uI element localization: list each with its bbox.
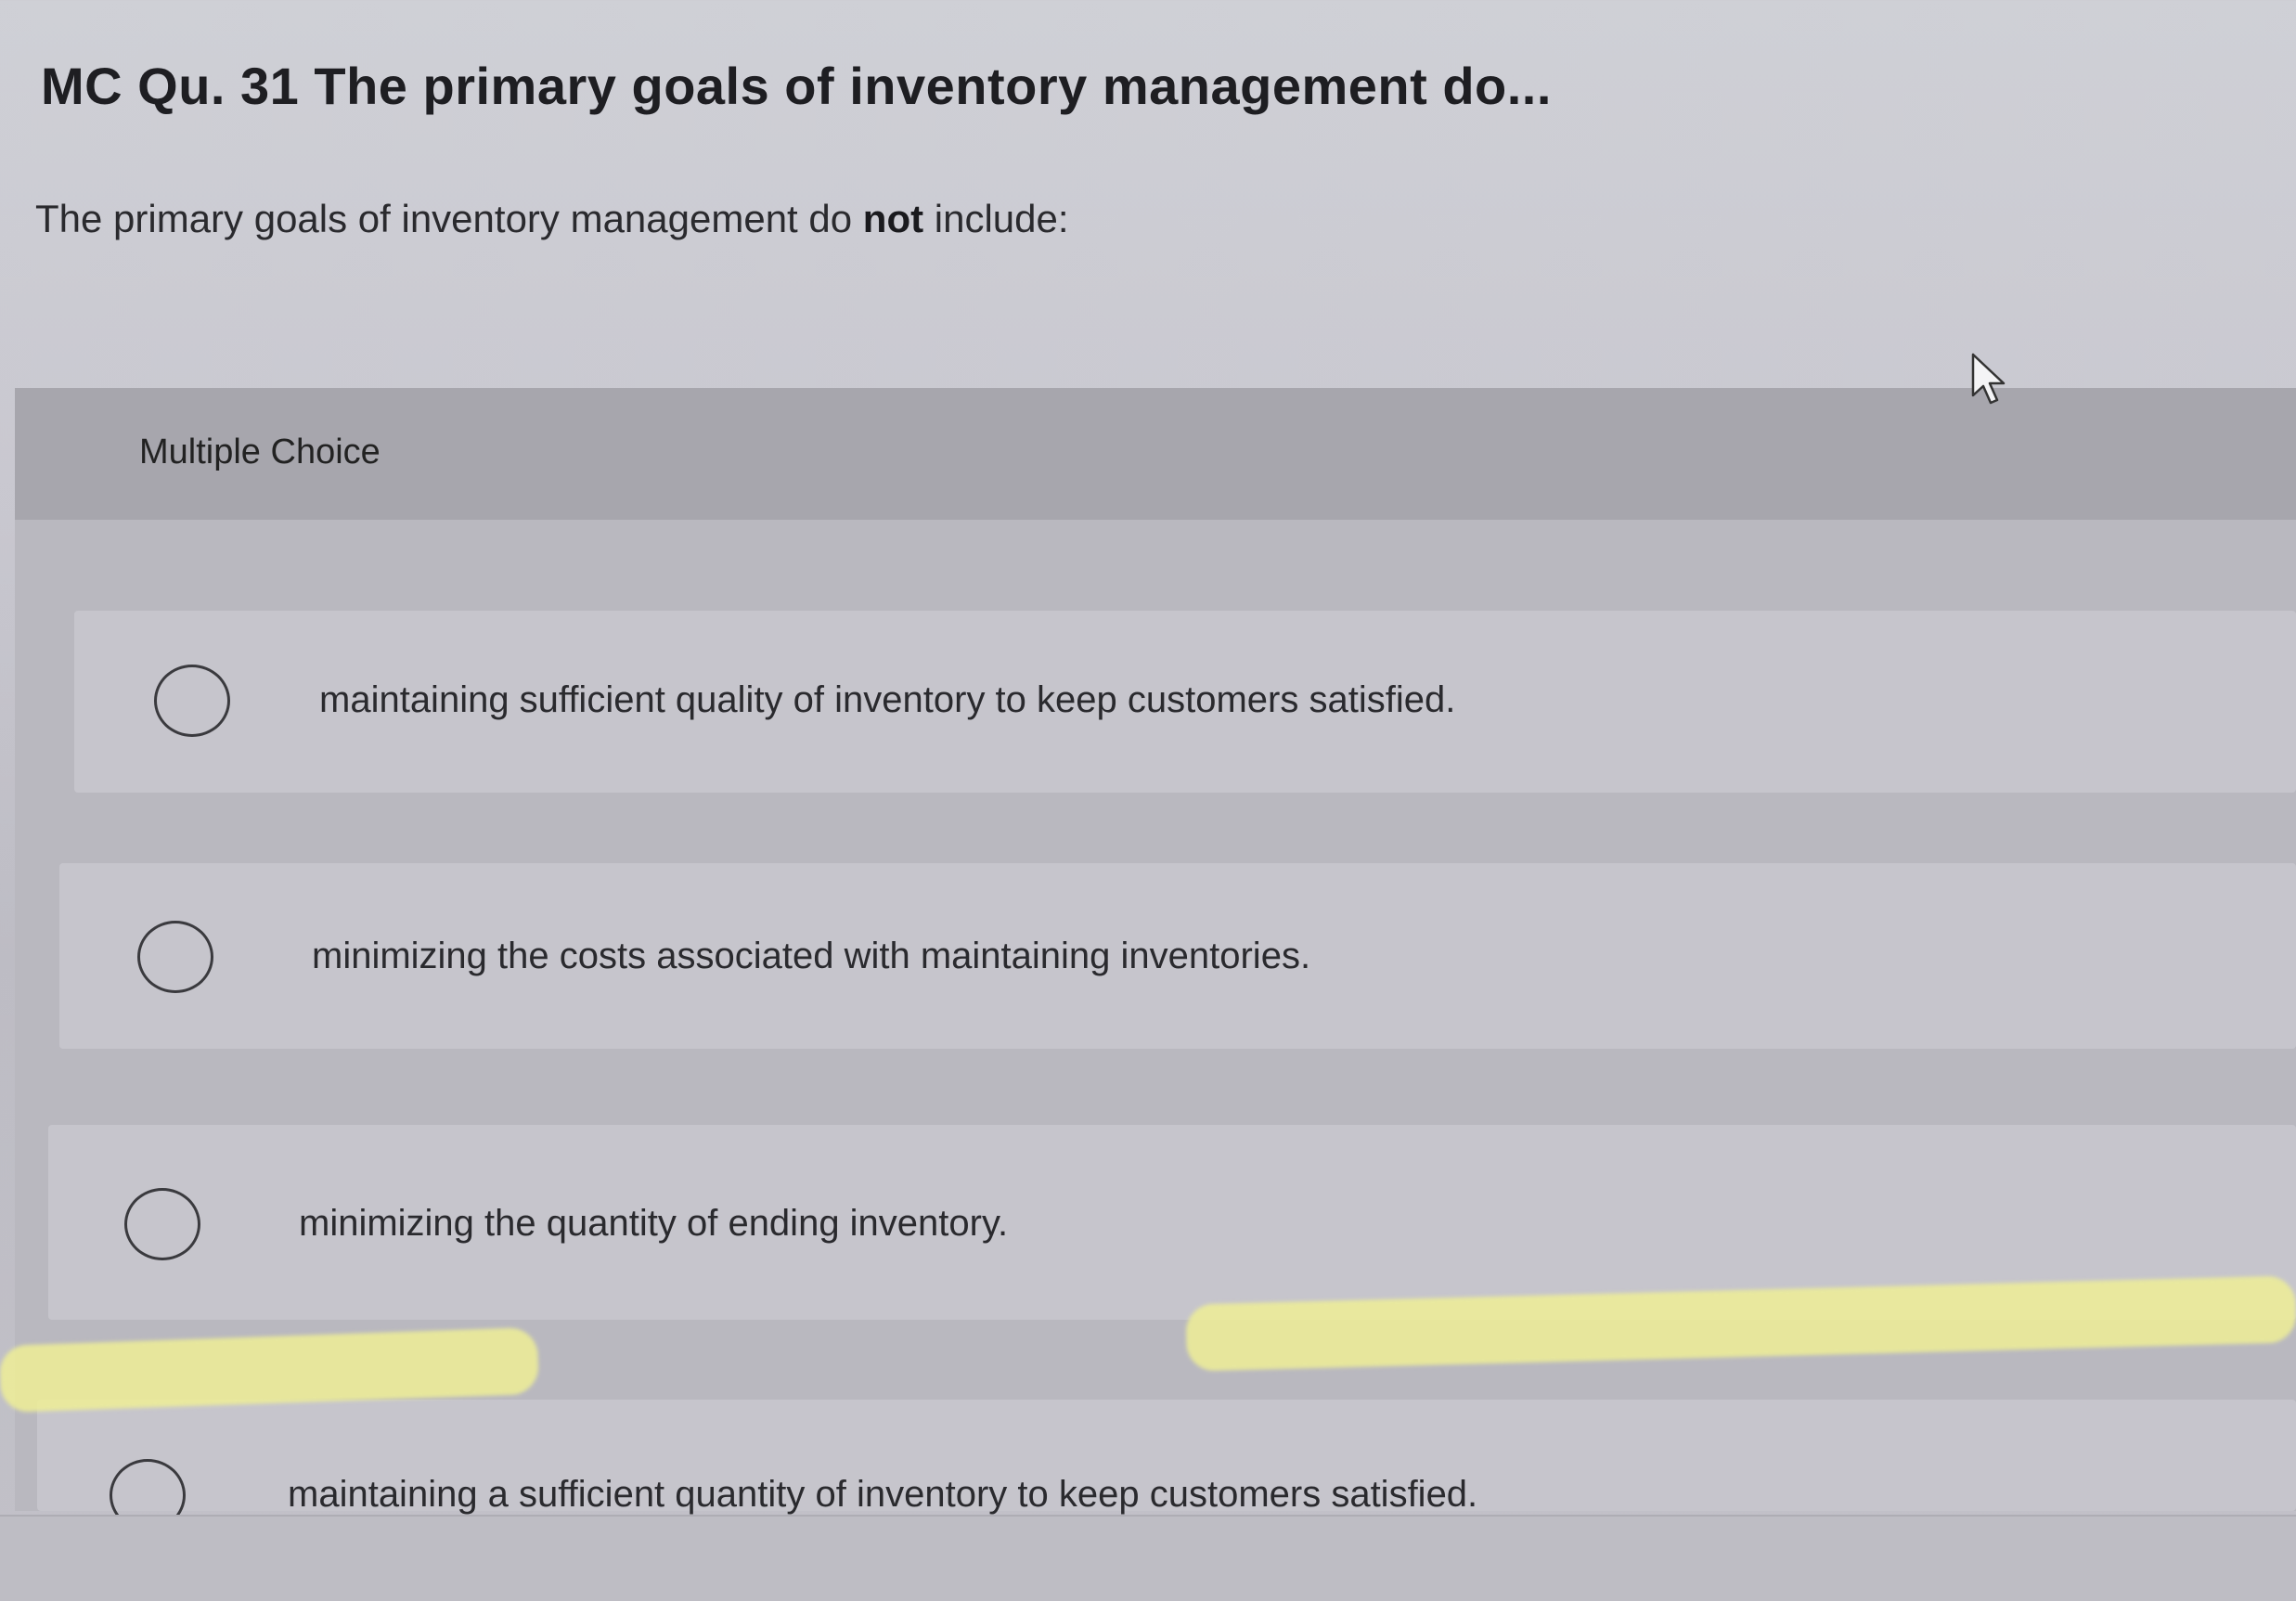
option-2[interactable]: minimizing the costs associated with mai… — [59, 863, 2296, 1049]
section-header-label: Multiple Choice — [139, 433, 381, 471]
mouse-pointer-icon — [1971, 353, 2006, 405]
option-1-label[interactable]: maintaining sufficient quality of invent… — [319, 679, 1455, 721]
prompt-text-after: include: — [923, 197, 1069, 240]
bottom-bar — [0, 1515, 2296, 1601]
prompt-emphasis: not — [862, 197, 924, 240]
radio-button-icon[interactable] — [137, 921, 213, 993]
question-prompt: The primary goals of inventory managemen… — [35, 197, 1069, 241]
option-2-label[interactable]: minimizing the costs associated with mai… — [312, 936, 1310, 977]
section-header: Multiple Choice — [15, 388, 2296, 520]
prompt-text-before: The primary goals of inventory managemen… — [35, 197, 863, 240]
question-title: MC Qu. 31 The primary goals of inventory… — [41, 57, 1552, 115]
option-4-label[interactable]: maintaining a sufficient quantity of inv… — [288, 1474, 1477, 1516]
option-1[interactable]: maintaining sufficient quality of invent… — [74, 611, 2296, 793]
radio-button-icon[interactable] — [154, 665, 230, 737]
option-3-label[interactable]: minimizing the quantity of ending invent… — [299, 1203, 1008, 1245]
radio-button-icon[interactable] — [124, 1188, 200, 1260]
option-4[interactable]: maintaining a sufficient quantity of inv… — [37, 1400, 2296, 1531]
